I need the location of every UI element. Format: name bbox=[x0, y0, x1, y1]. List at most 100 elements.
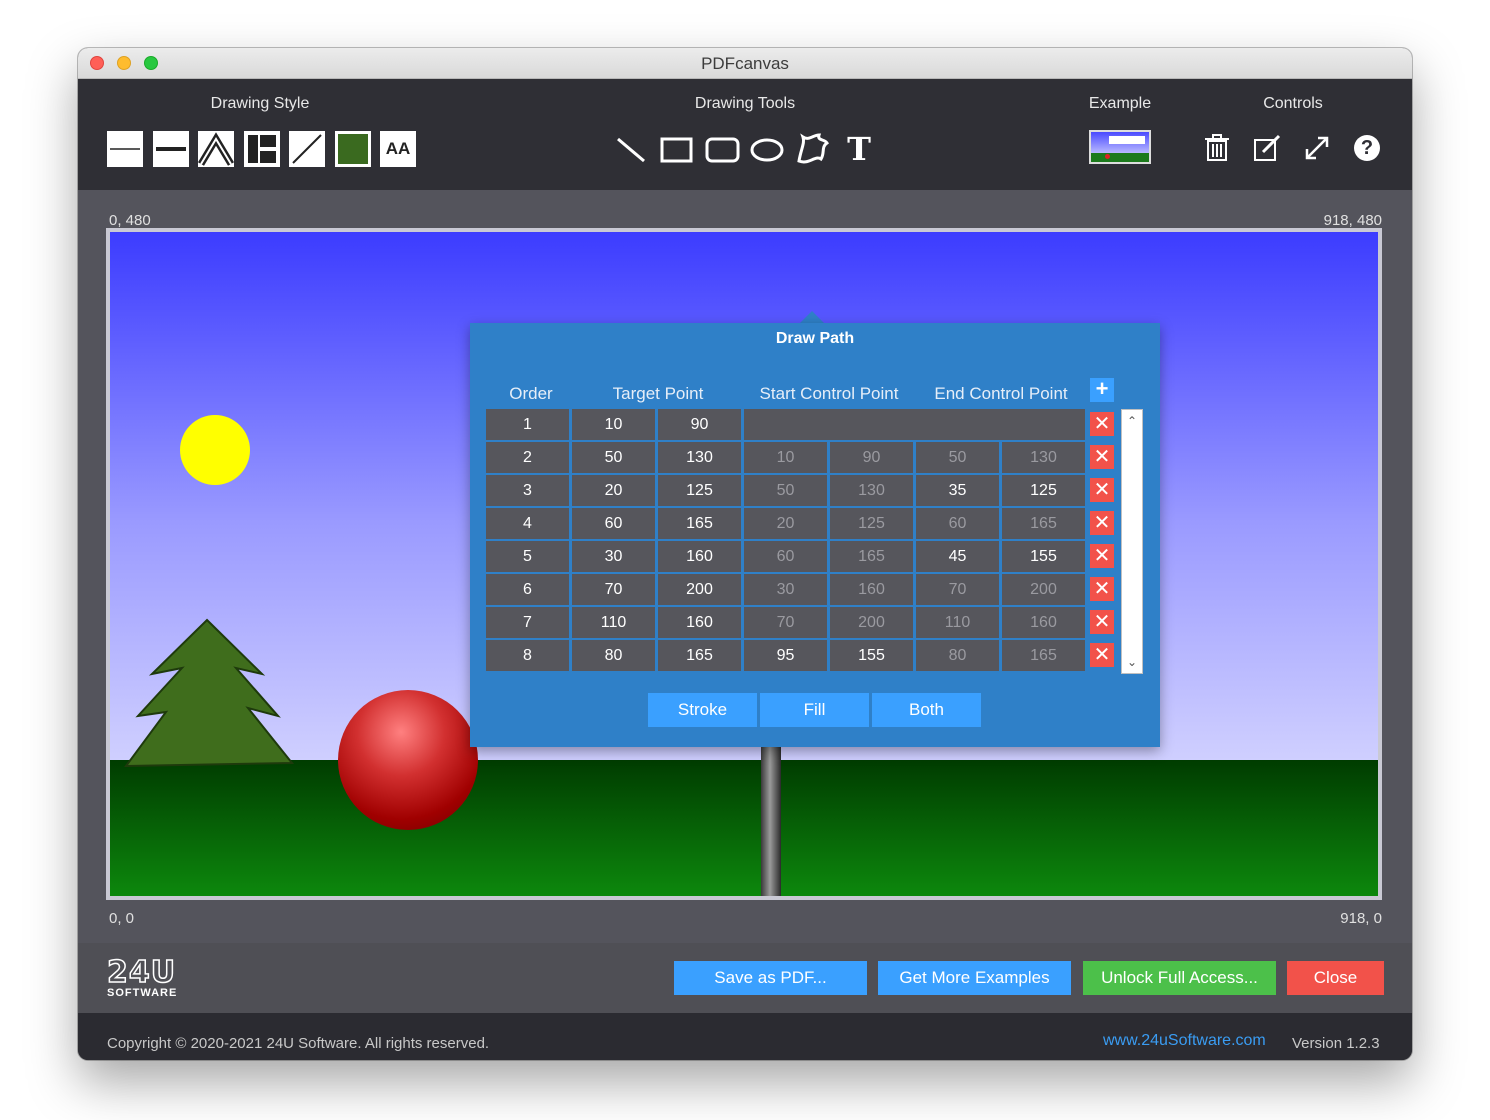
empty-control-points bbox=[744, 409, 1085, 440]
delete-point-icon[interactable]: ✕ bbox=[1090, 445, 1114, 469]
table-scrollbar[interactable]: ⌃ ⌄ bbox=[1121, 409, 1143, 674]
cell-tx[interactable]: 80 bbox=[572, 640, 655, 671]
cell-tx[interactable]: 110 bbox=[572, 607, 655, 638]
example-thumbnail[interactable] bbox=[1089, 130, 1151, 164]
delete-point-icon[interactable]: ✕ bbox=[1090, 412, 1114, 436]
cell-ey[interactable]: 200 bbox=[1002, 574, 1085, 605]
cell-order: 5 bbox=[486, 541, 569, 572]
rounded-rectangle-tool-icon[interactable] bbox=[702, 129, 742, 169]
cell-sy[interactable]: 125 bbox=[830, 508, 913, 539]
cell-ty[interactable]: 165 bbox=[658, 508, 741, 539]
cell-sx[interactable]: 30 bbox=[744, 574, 827, 605]
stroke-color-icon[interactable] bbox=[289, 131, 325, 167]
cell-ty[interactable]: 165 bbox=[658, 640, 741, 671]
oval-tool-icon[interactable] bbox=[747, 129, 787, 169]
cell-sx[interactable]: 95 bbox=[744, 640, 827, 671]
delete-point-icon[interactable]: ✕ bbox=[1090, 544, 1114, 568]
fullscreen-icon[interactable] bbox=[1302, 131, 1332, 165]
rectangle-tool-icon[interactable] bbox=[656, 129, 696, 169]
cell-tx[interactable]: 50 bbox=[572, 442, 655, 473]
table-row: 8 80 165 95 155 80 165 bbox=[486, 640, 1088, 671]
popup-title: Draw Path bbox=[775, 330, 855, 347]
cell-ex[interactable]: 50 bbox=[916, 442, 999, 473]
cell-sx[interactable]: 60 bbox=[744, 541, 827, 572]
cell-ex[interactable]: 60 bbox=[916, 508, 999, 539]
cell-tx[interactable]: 20 bbox=[572, 475, 655, 506]
edit-icon[interactable] bbox=[1252, 131, 1282, 165]
cell-tx[interactable]: 70 bbox=[572, 574, 655, 605]
cell-sy[interactable]: 160 bbox=[830, 574, 913, 605]
table-row: 7 110 160 70 200 110 160 bbox=[486, 607, 1088, 638]
fill-color-icon[interactable] bbox=[335, 131, 371, 167]
cell-order: 3 bbox=[486, 475, 569, 506]
cell-sy[interactable]: 155 bbox=[830, 640, 913, 671]
website-link[interactable]: www.24uSoftware.com bbox=[1103, 1032, 1266, 1050]
cell-ty[interactable]: 160 bbox=[658, 541, 741, 572]
cell-tx[interactable]: 10 bbox=[572, 409, 655, 440]
font-style-icon[interactable]: AA bbox=[380, 131, 416, 167]
path-tool-icon[interactable] bbox=[793, 129, 833, 169]
cell-ex[interactable]: 110 bbox=[916, 607, 999, 638]
unlock-full-access-button[interactable]: Unlock Full Access... bbox=[1083, 961, 1276, 995]
stroke-button[interactable]: Stroke bbox=[648, 693, 757, 727]
line-tool-icon[interactable] bbox=[610, 129, 650, 169]
add-point-button[interactable]: + bbox=[1090, 378, 1114, 402]
cell-ey[interactable]: 125 bbox=[1002, 475, 1085, 506]
delete-point-icon[interactable]: ✕ bbox=[1090, 511, 1114, 535]
thick-line-style-icon[interactable] bbox=[153, 131, 189, 167]
coord-bottom-left: 0, 0 bbox=[109, 910, 135, 927]
title-bar: PDFcanvas bbox=[78, 48, 1412, 79]
get-more-examples-button[interactable]: Get More Examples bbox=[878, 961, 1071, 995]
help-icon[interactable]: ? bbox=[1352, 131, 1382, 165]
cell-ey[interactable]: 155 bbox=[1002, 541, 1085, 572]
cell-ey[interactable]: 130 bbox=[1002, 442, 1085, 473]
cell-sy[interactable]: 165 bbox=[830, 541, 913, 572]
delete-point-icon[interactable]: ✕ bbox=[1090, 643, 1114, 667]
scroll-down-icon[interactable]: ⌄ bbox=[1122, 653, 1142, 671]
cell-sx[interactable]: 70 bbox=[744, 607, 827, 638]
cell-sx[interactable]: 50 bbox=[744, 475, 827, 506]
drawing-tools-label: Drawing Tools bbox=[694, 95, 796, 112]
scroll-up-icon[interactable]: ⌃ bbox=[1122, 412, 1142, 430]
cell-ty[interactable]: 125 bbox=[658, 475, 741, 506]
coord-bottom-right: 918, 0 bbox=[1340, 910, 1382, 927]
close-button[interactable]: Close bbox=[1287, 961, 1384, 995]
cell-ty[interactable]: 90 bbox=[658, 409, 741, 440]
thin-line-style-icon[interactable] bbox=[107, 131, 143, 167]
popup-arrow bbox=[800, 311, 824, 323]
cell-ey[interactable]: 165 bbox=[1002, 640, 1085, 671]
line-join-icon[interactable] bbox=[197, 131, 235, 167]
cell-ey[interactable]: 160 bbox=[1002, 607, 1085, 638]
cell-ty[interactable]: 160 bbox=[658, 607, 741, 638]
cell-sy[interactable]: 130 bbox=[830, 475, 913, 506]
trash-icon[interactable] bbox=[1202, 131, 1232, 165]
cell-sx[interactable]: 20 bbox=[744, 508, 827, 539]
text-tool-icon[interactable]: T bbox=[839, 129, 879, 169]
fill-button[interactable]: Fill bbox=[760, 693, 869, 727]
cell-tx[interactable]: 60 bbox=[572, 508, 655, 539]
sun bbox=[180, 415, 250, 485]
save-as-pdf-button[interactable]: Save as PDF... bbox=[674, 961, 867, 995]
cell-ty[interactable]: 130 bbox=[658, 442, 741, 473]
delete-point-icon[interactable]: ✕ bbox=[1090, 577, 1114, 601]
cell-sy[interactable]: 90 bbox=[830, 442, 913, 473]
cell-ex[interactable]: 45 bbox=[916, 541, 999, 572]
delete-point-icon[interactable]: ✕ bbox=[1090, 478, 1114, 502]
cell-sy[interactable]: 200 bbox=[830, 607, 913, 638]
cell-ex[interactable]: 70 bbox=[916, 574, 999, 605]
line-cap-icon[interactable] bbox=[244, 131, 280, 167]
cell-tx[interactable]: 30 bbox=[572, 541, 655, 572]
app-window: PDFcanvas Drawing Style Drawing Tools Ex… bbox=[78, 48, 1412, 1060]
scroll-thumb[interactable] bbox=[1124, 430, 1139, 570]
delete-point-icon[interactable]: ✕ bbox=[1090, 610, 1114, 634]
cell-sx[interactable]: 10 bbox=[744, 442, 827, 473]
cell-order: 1 bbox=[486, 409, 569, 440]
example-thumbnail-ball bbox=[1105, 154, 1110, 159]
cell-ty[interactable]: 200 bbox=[658, 574, 741, 605]
both-button[interactable]: Both bbox=[872, 693, 981, 727]
cell-ex[interactable]: 80 bbox=[916, 640, 999, 671]
cell-ex[interactable]: 35 bbox=[916, 475, 999, 506]
cell-ey[interactable]: 165 bbox=[1002, 508, 1085, 539]
column-end-control-point: End Control Point bbox=[934, 384, 1068, 403]
draw-path-popup: Draw Path Order Target Point Start Contr… bbox=[470, 323, 1160, 747]
